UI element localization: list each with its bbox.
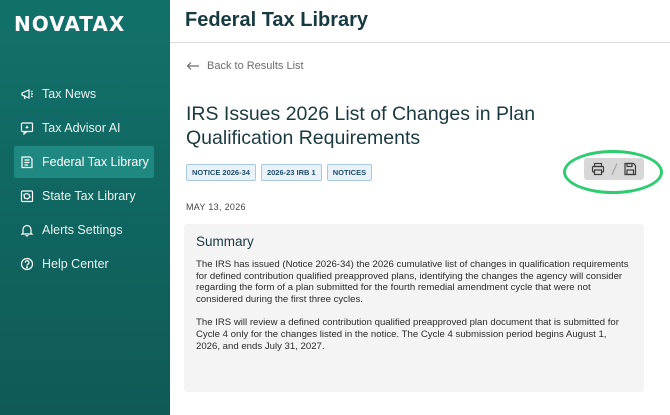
document-title: IRS Issues 2026 List of Changes in Plan … <box>186 103 536 149</box>
sidebar-item-federal-tax-library[interactable]: Federal Tax Library <box>14 146 154 178</box>
sidebar-item-tax-news[interactable]: Tax News <box>14 78 154 110</box>
arrow-left-icon <box>186 62 199 70</box>
summary-heading: Summary <box>196 234 254 249</box>
page-title: Federal Tax Library <box>185 9 369 31</box>
sidebar-item-label: Alerts Settings <box>42 223 123 237</box>
book-icon <box>20 155 34 169</box>
summary-panel: Summary The IRS has issued (Notice 2026-… <box>184 224 644 392</box>
summary-paragraph: The IRS will review a defined contributi… <box>196 317 619 352</box>
ai-chat-icon <box>20 121 34 135</box>
sidebar-item-label: Help Center <box>42 257 109 271</box>
back-label: Back to Results List <box>207 60 304 72</box>
toolbar-divider <box>611 163 617 175</box>
tag-badge[interactable]: NOTICES <box>326 164 373 181</box>
save-button[interactable] <box>622 161 638 177</box>
tag-badge[interactable]: 2026-23 IRB 1 <box>260 164 322 181</box>
sidebar-item-tax-advisor-ai[interactable]: Tax Advisor AI <box>14 112 154 144</box>
megaphone-icon <box>20 87 34 101</box>
back-to-results-link[interactable]: Back to Results List <box>186 60 304 72</box>
publish-date: MAY 13, 2026 <box>186 202 246 212</box>
sidebar-item-label: Tax News <box>42 87 97 101</box>
sidebar-item-label: Tax Advisor AI <box>42 121 121 135</box>
tag-badge[interactable]: NOTICE 2026-34 <box>186 164 256 181</box>
print-button[interactable] <box>590 161 606 177</box>
sidebar-item-label: State Tax Library <box>42 189 136 203</box>
document-tags: NOTICE 2026-34 2026-23 IRB 1 NOTICES <box>186 164 377 181</box>
state-library-icon <box>20 189 34 203</box>
sidebar: NOVATAX Tax News Tax Advisor AI Federal … <box>0 0 170 415</box>
page-header: Federal Tax Library <box>170 0 670 43</box>
save-icon <box>624 162 637 176</box>
sidebar-item-help-center[interactable]: Help Center <box>14 248 154 280</box>
sidebar-nav: Tax News Tax Advisor AI Federal Tax Libr… <box>14 78 154 282</box>
sidebar-item-state-tax-library[interactable]: State Tax Library <box>14 180 154 212</box>
summary-paragraph: The IRS has issued (Notice 2026-34) the … <box>196 259 629 305</box>
sidebar-item-alerts-settings[interactable]: Alerts Settings <box>14 214 154 246</box>
bell-icon <box>20 223 34 237</box>
sidebar-item-label: Federal Tax Library <box>42 155 149 169</box>
help-icon <box>20 257 34 271</box>
app-logo[interactable]: NOVATAX <box>14 12 125 36</box>
main-content: Back to Results List IRS Issues 2026 Lis… <box>170 44 670 415</box>
document-toolbar <box>584 158 644 180</box>
print-icon <box>591 162 605 176</box>
